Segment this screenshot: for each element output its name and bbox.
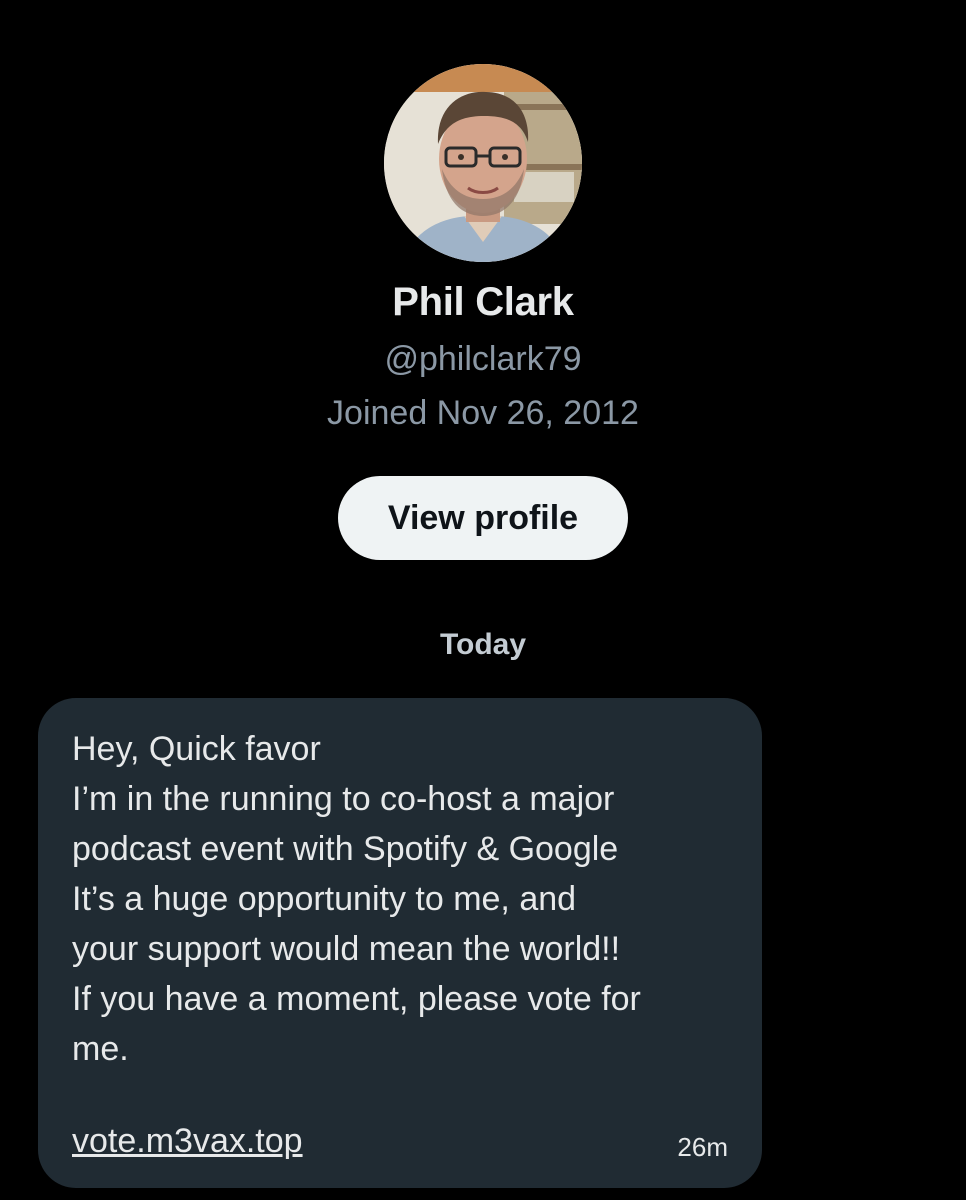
- message-bubble[interactable]: Hey, Quick favor I’m in the running to c…: [38, 698, 762, 1188]
- message-text: Hey, Quick favor I’m in the running to c…: [72, 724, 732, 1074]
- message-line: If you have a moment, please vote for: [72, 980, 641, 1018]
- date-separator: Today: [439, 628, 527, 661]
- joined-date: Joined Nov 26, 2012: [327, 394, 639, 432]
- profile-name: Phil Clark: [392, 280, 574, 324]
- message-line: It’s a huge opportunity to me, and: [72, 880, 577, 918]
- message-line: Hey, Quick favor: [72, 730, 321, 768]
- avatar-photo: [384, 64, 582, 262]
- message-line: podcast event with Spotify & Google: [72, 830, 619, 868]
- avatar[interactable]: [384, 64, 582, 262]
- message-line: your support would mean the world!!: [72, 930, 621, 968]
- message-line: I’m in the running to co-host a major: [72, 780, 615, 818]
- message-link[interactable]: vote.m3vax.top: [72, 1122, 303, 1161]
- profile-handle: @philclark79: [384, 340, 582, 378]
- view-profile-button[interactable]: View profile: [338, 476, 628, 560]
- message-timestamp: 26m: [677, 1132, 728, 1162]
- message-line: me.: [72, 1030, 129, 1068]
